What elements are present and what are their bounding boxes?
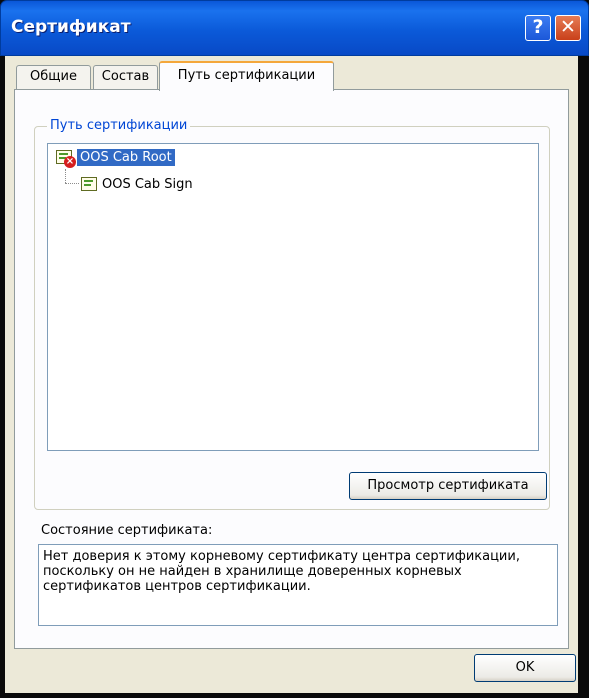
cert-icon: [81, 177, 97, 191]
help-button[interactable]: ?: [525, 15, 551, 41]
tree-item-label: OOS Cab Root: [77, 148, 175, 166]
certificate-dialog: Сертификат ? ✕ Общие Состав Путь сертифи…: [0, 0, 589, 698]
window-title: Сертификат: [11, 17, 131, 37]
tree-item-root-cert[interactable]: × OOS Cab Root: [56, 147, 175, 168]
group-label: Путь сертификации: [47, 118, 191, 133]
tree-connector: [65, 183, 79, 184]
ok-button[interactable]: OK: [474, 654, 576, 682]
cert-untrusted-icon: ×: [56, 150, 76, 168]
tab-certification-path-label: Путь сертификации: [177, 68, 316, 83]
view-certificate-button[interactable]: Просмотр сертификата: [349, 472, 547, 500]
certificate-status-text[interactable]: Нет доверия к этому корневому сертификат…: [38, 544, 558, 626]
status-line: Нет доверия к этому корневому сертификат…: [43, 549, 520, 564]
tab-general-label: Общие: [30, 69, 77, 84]
tree-connector: [65, 169, 66, 183]
status-line: поскольку он не найден в хранилище довер…: [43, 564, 462, 579]
tab-certification-path[interactable]: Путь сертификации: [159, 61, 334, 91]
title-bar[interactable]: Сертификат ? ✕: [0, 0, 589, 56]
tree-item-label: OOS Cab Sign: [102, 176, 193, 192]
close-icon: ✕: [560, 16, 576, 38]
tab-details-label: Состав: [101, 69, 150, 84]
view-certificate-label: Просмотр сертификата: [367, 478, 529, 493]
close-button[interactable]: ✕: [555, 15, 581, 41]
ok-button-label: OK: [515, 660, 535, 675]
certificate-status-label: Состояние сертификата:: [41, 523, 213, 538]
help-icon: ?: [532, 16, 544, 38]
tab-details[interactable]: Состав: [93, 65, 158, 89]
dialog-body: Общие Состав Путь сертификации Путь серт…: [5, 56, 578, 693]
tree-item-sign-cert[interactable]: OOS Cab Sign: [81, 174, 193, 194]
certification-path-group: Путь сертификации × OOS Cab Root OOS Cab…: [34, 118, 550, 510]
status-line: сертификатов центров сертификации.: [43, 579, 311, 594]
certificate-tree[interactable]: × OOS Cab Root OOS Cab Sign: [47, 143, 539, 451]
tab-general[interactable]: Общие: [16, 65, 91, 89]
